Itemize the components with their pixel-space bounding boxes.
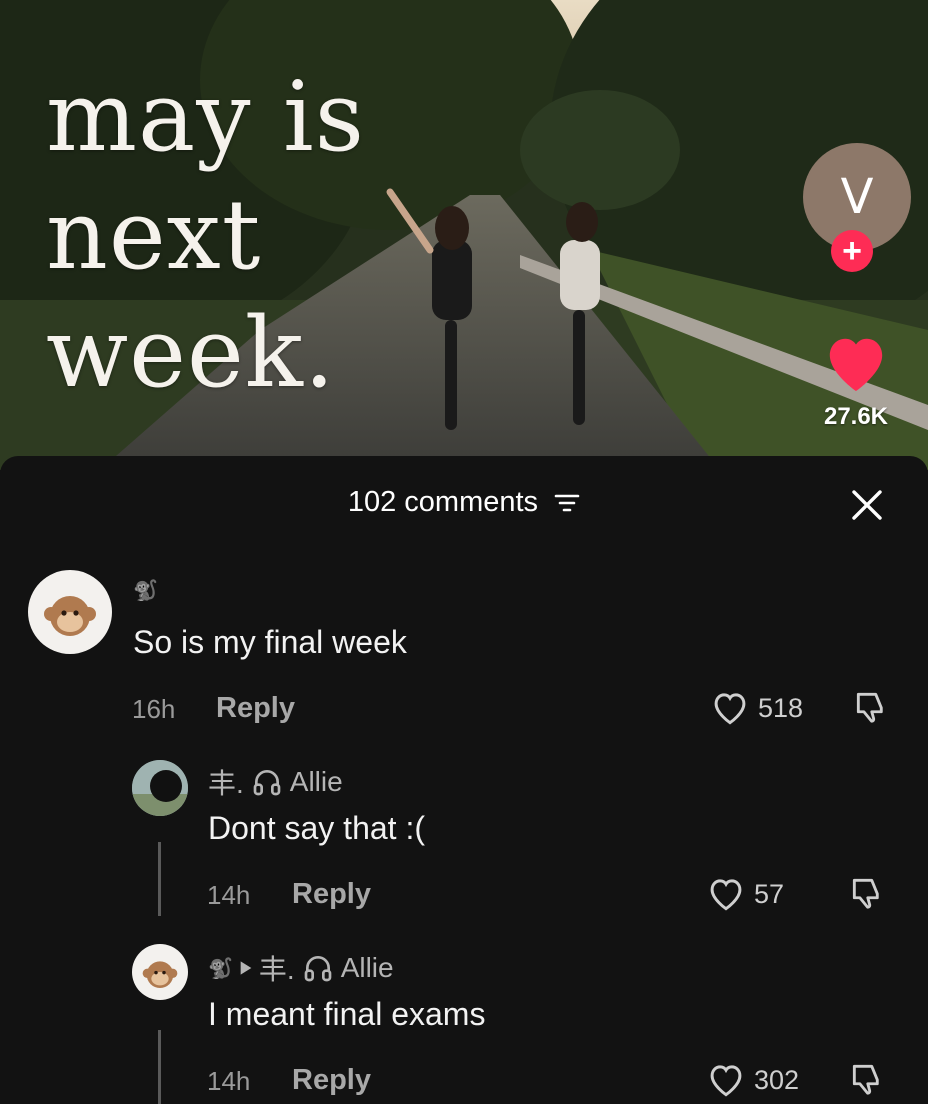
thread-line xyxy=(158,842,161,916)
dislike-icon[interactable] xyxy=(848,874,886,912)
author-symbol: 🐒 xyxy=(133,580,158,602)
like-action[interactable]: 27.6K xyxy=(816,330,896,431)
heart-icon[interactable] xyxy=(820,330,892,394)
comment-item: 丰. Allie Dont say that :( 14h Reply 57 xyxy=(0,746,928,926)
comment-text: Dont say that :( xyxy=(208,810,425,846)
comments-sheet: 102 comments 🐒 So is my final week 16h R… xyxy=(0,456,928,1104)
heart-outline-icon[interactable] xyxy=(710,690,750,726)
avatar[interactable] xyxy=(132,944,188,1000)
caption-line: may is xyxy=(46,61,365,173)
author-prefix: 丰. xyxy=(208,768,244,799)
reply-button[interactable]: Reply xyxy=(292,1064,371,1097)
avatar[interactable] xyxy=(132,760,188,816)
reply-arrow-icon xyxy=(240,961,252,975)
caption-line: week. xyxy=(46,297,336,409)
comment-like[interactable]: 518 xyxy=(710,690,803,726)
dislike-icon[interactable] xyxy=(852,688,890,726)
comment-time: 14h xyxy=(207,1066,251,1096)
video-player[interactable]: may is next week. V + 27.6K xyxy=(0,0,928,470)
user-photo-icon xyxy=(132,760,188,816)
caption-line: next xyxy=(46,179,262,291)
reply-to-name: Allie xyxy=(340,952,394,983)
creator-avatar-group[interactable]: V + xyxy=(803,143,911,272)
reply-button[interactable]: Reply xyxy=(216,692,295,725)
monkey-avatar-icon xyxy=(44,596,96,636)
comment-item: 🐒 丰. Allie I meant final exams 14h Reply… xyxy=(0,934,928,1104)
comment-author[interactable]: 🐒 xyxy=(133,578,158,603)
avatar[interactable] xyxy=(28,570,112,654)
heart-outline-icon[interactable] xyxy=(706,876,746,912)
author-symbol: 🐒 xyxy=(208,957,233,980)
author-name: Allie xyxy=(289,766,343,797)
like-count: 57 xyxy=(754,878,785,909)
comment-item: 🐒 So is my final week 16h Reply 518 xyxy=(0,456,928,736)
video-caption: may is next week. xyxy=(46,58,365,412)
comment-author[interactable]: 🐒 丰. Allie xyxy=(208,948,394,988)
headphones-icon xyxy=(253,770,281,796)
headphones-icon xyxy=(304,956,332,982)
heart-outline-icon[interactable] xyxy=(706,1062,746,1098)
like-count: 302 xyxy=(754,1064,800,1095)
comment-like[interactable]: 302 xyxy=(706,1062,799,1098)
comment-text: I meant final exams xyxy=(208,996,486,1032)
comment-text: So is my final week xyxy=(133,624,407,660)
monkey-avatar-icon xyxy=(142,961,178,988)
reply-button[interactable]: Reply xyxy=(292,878,371,911)
thread-line xyxy=(158,1030,161,1104)
dislike-icon[interactable] xyxy=(848,1060,886,1098)
follow-button[interactable]: + xyxy=(831,230,873,272)
like-count: 518 xyxy=(758,692,804,723)
comment-author[interactable]: 丰. Allie xyxy=(208,762,343,802)
comment-like[interactable]: 57 xyxy=(706,876,784,912)
reply-to-prefix: 丰. xyxy=(258,954,295,985)
comment-time: 14h xyxy=(207,880,251,910)
comment-time: 16h xyxy=(132,694,176,724)
like-count: 27.6K xyxy=(823,403,889,430)
